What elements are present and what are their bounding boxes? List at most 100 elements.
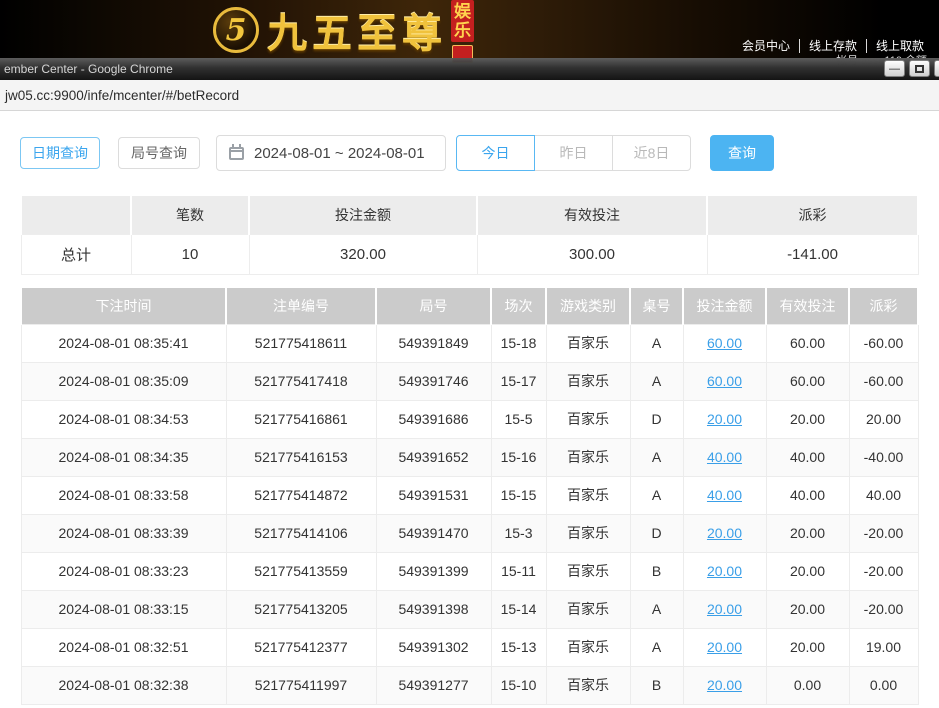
nav-member-center[interactable]: 会员中心	[733, 39, 799, 53]
cell-bet-time: 2024-08-01 08:33:23	[21, 552, 226, 590]
cell-payout: -40.00	[849, 438, 918, 476]
cell-bet-time: 2024-08-01 08:33:39	[21, 514, 226, 552]
table-row: 2024-08-01 08:32:38 521775411997 5493912…	[21, 666, 918, 704]
cell-round-id: 549391277	[376, 666, 491, 704]
window-titlebar[interactable]: ember Center - Google Chrome	[0, 58, 939, 80]
cell-round-id: 549391398	[376, 590, 491, 628]
table-row: 2024-08-01 08:33:58 521775414872 5493915…	[21, 476, 918, 514]
header-payout: 派彩	[849, 288, 918, 324]
cell-table-no: A	[630, 590, 683, 628]
cell-bet-time: 2024-08-01 08:33:58	[21, 476, 226, 514]
summary-count-value: 10	[131, 234, 249, 274]
bet-amount-link[interactable]: 40.00	[707, 487, 742, 503]
header-game-type: 游戏类别	[546, 288, 630, 324]
nav-online-withdraw[interactable]: 线上取款	[866, 39, 933, 53]
bet-amount-link[interactable]: 20.00	[707, 601, 742, 617]
table-row: 2024-08-01 08:33:15 521775413205 5493913…	[21, 590, 918, 628]
cell-bet-time: 2024-08-01 08:35:09	[21, 362, 226, 400]
date-range-value: 2024-08-01 ~ 2024-08-01	[254, 145, 425, 162]
tab-yesterday[interactable]: 昨日	[534, 135, 613, 171]
cell-bet-amount: 40.00	[683, 438, 766, 476]
minimize-button[interactable]: —	[884, 60, 905, 77]
summary-header-count: 笔数	[131, 196, 249, 234]
cell-payout: -60.00	[849, 324, 918, 362]
cell-valid-bet: 20.00	[766, 628, 849, 666]
summary-valid-bet-value: 300.00	[477, 234, 707, 274]
cell-bet-time: 2024-08-01 08:33:15	[21, 590, 226, 628]
cell-valid-bet: 60.00	[766, 362, 849, 400]
cell-bet-amount: 20.00	[683, 400, 766, 438]
bet-amount-link[interactable]: 20.00	[707, 525, 742, 541]
cell-session: 15-13	[491, 628, 546, 666]
cell-game-type: 百家乐	[546, 324, 630, 362]
cell-session: 15-3	[491, 514, 546, 552]
table-row: 2024-08-01 08:33:39 521775414106 5493914…	[21, 514, 918, 552]
round-query-button[interactable]: 局号查询	[118, 137, 200, 169]
cell-game-type: 百家乐	[546, 400, 630, 438]
bet-amount-link[interactable]: 40.00	[707, 449, 742, 465]
table-row: 2024-08-01 08:34:53 521775416861 5493916…	[21, 400, 918, 438]
summary-header-empty	[21, 196, 131, 234]
cell-table-no: D	[630, 514, 683, 552]
maximize-icon	[915, 65, 924, 73]
cell-game-type: 百家乐	[546, 552, 630, 590]
bet-table-header-row: 下注时间 注单编号 局号 场次 游戏类别 桌号 投注金额 有效投注 派彩	[21, 288, 918, 324]
cell-payout: -20.00	[849, 514, 918, 552]
cell-game-type: 百家乐	[546, 438, 630, 476]
date-query-button[interactable]: 日期查询	[20, 137, 100, 169]
bet-amount-link[interactable]: 20.00	[707, 411, 742, 427]
summary-header-valid-bet: 有效投注	[477, 196, 707, 234]
bet-amount-link[interactable]: 60.00	[707, 373, 742, 389]
cell-round-id: 549391686	[376, 400, 491, 438]
cell-valid-bet: 20.00	[766, 552, 849, 590]
cell-round-id: 549391399	[376, 552, 491, 590]
table-row: 2024-08-01 08:35:09 521775417418 5493917…	[21, 362, 918, 400]
cell-payout: 40.00	[849, 476, 918, 514]
cell-round-id: 549391302	[376, 628, 491, 666]
cell-table-no: A	[630, 362, 683, 400]
close-button[interactable]: ×	[934, 60, 939, 77]
cell-bet-amount: 40.00	[683, 476, 766, 514]
table-row: 2024-08-01 08:32:51 521775412377 5493913…	[21, 628, 918, 666]
cell-round-id: 549391652	[376, 438, 491, 476]
cell-table-no: A	[630, 438, 683, 476]
cell-session: 15-16	[491, 438, 546, 476]
logo-coin-icon: 5	[213, 7, 259, 53]
summary-payout-value: -141.00	[707, 234, 918, 274]
cell-valid-bet: 20.00	[766, 590, 849, 628]
nav-online-deposit[interactable]: 线上存款	[799, 39, 866, 53]
cell-session: 15-14	[491, 590, 546, 628]
cell-bet-amount: 20.00	[683, 552, 766, 590]
header-valid-bet: 有效投注	[766, 288, 849, 324]
cell-bet-id: 521775413205	[226, 590, 376, 628]
bet-amount-link[interactable]: 20.00	[707, 677, 742, 693]
cell-payout: 20.00	[849, 400, 918, 438]
cell-bet-id: 521775418611	[226, 324, 376, 362]
summary-total-label: 总计	[21, 234, 131, 274]
cell-table-no: A	[630, 628, 683, 666]
top-nav: 会员中心 线上存款 线上取款	[733, 39, 933, 53]
search-button[interactable]: 查询	[710, 135, 774, 171]
date-range-input[interactable]: 2024-08-01 ~ 2024-08-01	[216, 135, 446, 171]
cell-table-no: D	[630, 400, 683, 438]
bet-amount-link[interactable]: 20.00	[707, 563, 742, 579]
maximize-button[interactable]	[909, 60, 930, 77]
cell-valid-bet: 40.00	[766, 438, 849, 476]
cell-game-type: 百家乐	[546, 590, 630, 628]
bet-amount-link[interactable]: 60.00	[707, 335, 742, 351]
cell-valid-bet: 40.00	[766, 476, 849, 514]
calendar-icon	[229, 147, 244, 160]
cell-payout: 0.00	[849, 666, 918, 704]
cell-table-no: A	[630, 324, 683, 362]
summary-bet-amount-value: 320.00	[249, 234, 477, 274]
bet-amount-link[interactable]: 20.00	[707, 639, 742, 655]
cell-round-id: 549391746	[376, 362, 491, 400]
address-bar[interactable]: jw05.cc:9900/infe/mcenter/#/betRecord	[0, 80, 939, 111]
cell-game-type: 百家乐	[546, 514, 630, 552]
tab-today[interactable]: 今日	[456, 135, 535, 171]
cell-session: 15-11	[491, 552, 546, 590]
quick-range-group: 今日 昨日 近8日	[456, 135, 691, 171]
cell-game-type: 百家乐	[546, 362, 630, 400]
tab-last-8-days[interactable]: 近8日	[612, 135, 691, 171]
cell-table-no: A	[630, 476, 683, 514]
